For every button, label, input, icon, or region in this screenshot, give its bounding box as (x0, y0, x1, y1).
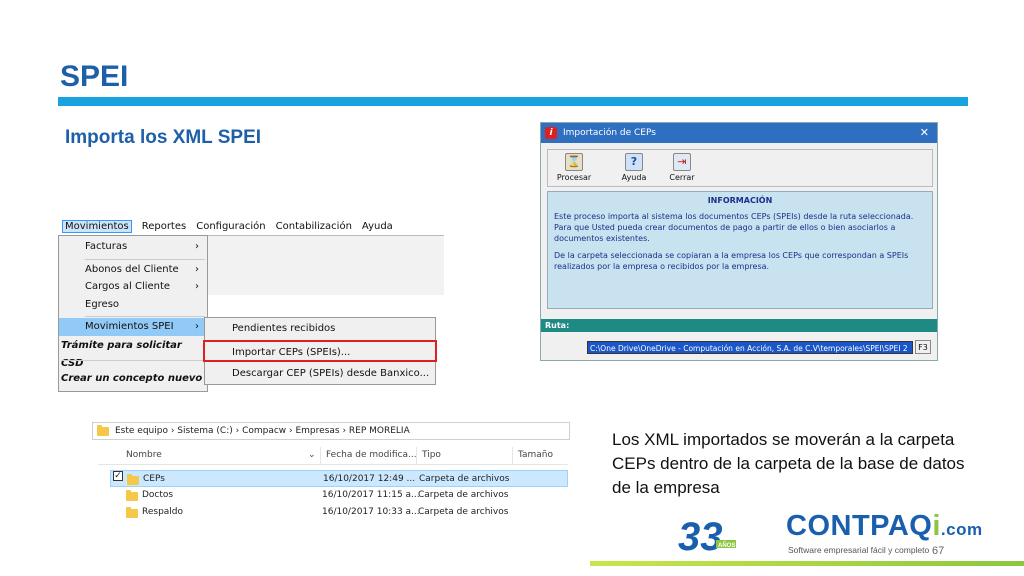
hourglass-icon: ⌛ (565, 153, 583, 171)
address-bar[interactable]: Este equipo › Sistema (C:) › Compacw › E… (92, 422, 570, 440)
file-date: 16/10/2017 12:49 ... (323, 474, 416, 484)
sort-chevron-icon: ⌄ (308, 450, 316, 460)
chevron-right-icon: › (195, 241, 199, 252)
info-heading: INFORMACIÓN (707, 196, 773, 205)
info-paragraph-2: De la carpeta seleccionada se copiaran a… (554, 251, 909, 271)
chevron-right-icon: › (195, 281, 199, 292)
file-date: 16/10/2017 10:33 a... (322, 507, 420, 517)
spei-submenu: Pendientes recibidos Importar CEPs (SPEI… (203, 317, 437, 385)
help-icon: ? (625, 153, 643, 171)
menu-reportes[interactable]: Reportes (142, 221, 187, 232)
file-type: Carpeta de archivos (418, 490, 509, 500)
file-type: Carpeta de archivos (418, 507, 509, 517)
ruta-input[interactable]: C:\One Drive\OneDrive - Computación en A… (587, 341, 913, 354)
brand-com: .com (940, 520, 983, 539)
app-background (206, 235, 444, 295)
footer-accent-bar (590, 561, 1024, 566)
anniversary-sub: AÑOS (718, 542, 735, 549)
dialog-toolbar: ⌛ Procesar ? Ayuda ⇥ Cerrar (547, 149, 933, 187)
table-row[interactable]: Respaldo 16/10/2017 10:33 a... Carpeta d… (110, 504, 568, 521)
brand-name: CONTPAQ (786, 510, 933, 542)
submenu-item-pendientes[interactable]: Pendientes recibidos (205, 318, 435, 340)
folder-icon (126, 507, 138, 522)
dialog-title: Importación de CEPs (563, 128, 656, 138)
checkbox-checked-icon[interactable]: ✓ (113, 471, 123, 481)
file-type: Carpeta de archivos (419, 474, 510, 484)
column-header-row: Nombre ⌄ Fecha de modifica... Tipo Tamañ… (98, 447, 568, 465)
column-header-date[interactable]: Fecha de modifica... (326, 450, 417, 460)
anniversary-number: 33 (678, 516, 723, 556)
submenu-item-descargar-cep[interactable]: Descargar CEP (SPEIs) desde Banxico... (205, 363, 435, 385)
menu-divider (85, 316, 205, 317)
breadcrumb: Este equipo › Sistema (C:) › Compacw › E… (115, 426, 410, 436)
menu-item-egreso[interactable]: Egreso (59, 296, 207, 314)
browse-f3-button[interactable]: F3 (915, 340, 931, 354)
column-header-name[interactable]: Nombre (126, 450, 162, 460)
column-header-type[interactable]: Tipo (422, 450, 441, 460)
menu-item-facturas[interactable]: Facturas › (59, 238, 207, 256)
menu-item-tramite-csd[interactable]: Trámite para solicitar CSD (61, 337, 207, 369)
column-divider[interactable] (320, 447, 321, 465)
menu-screenshot: Movimientos Reportes Configuración Conta… (58, 218, 444, 392)
menu-contabilizacion[interactable]: Contabilización (276, 221, 352, 232)
menu-item-crear-concepto[interactable]: Crear un concepto nuevo (61, 370, 207, 388)
chevron-right-icon: › (195, 321, 199, 332)
file-name: Respaldo (142, 507, 184, 517)
menu-configuracion[interactable]: Configuración (196, 221, 265, 232)
brand-i: i (932, 510, 941, 542)
menu-item-cargos[interactable]: Cargos al Cliente › (59, 278, 207, 296)
cerrar-button[interactable]: ⇥ Cerrar (660, 153, 704, 182)
menu-divider (61, 360, 207, 361)
menu-bar: Movimientos Reportes Configuración Conta… (58, 218, 444, 235)
page-number: 67 (932, 545, 945, 557)
app-info-icon: i (545, 127, 557, 139)
exit-door-icon: ⇥ (673, 153, 691, 171)
close-icon[interactable]: ✕ (920, 126, 929, 139)
importacion-ceps-dialog: i Importación de CEPs ✕ ⌛ Procesar ? Ayu… (540, 122, 938, 361)
chevron-right-icon: › (195, 264, 199, 275)
menu-item-movimientos-spei[interactable]: Movimientos SPEI › (59, 318, 207, 336)
slide-title: SPEI (60, 60, 129, 93)
column-divider[interactable] (512, 447, 513, 465)
file-name: Doctos (142, 490, 174, 500)
body-text: Los XML importados se moverán a la carpe… (612, 430, 965, 497)
info-panel: INFORMACIÓN Este proceso importa al sist… (547, 191, 933, 309)
folder-icon (97, 424, 109, 436)
dialog-titlebar: i Importación de CEPs ✕ (541, 123, 937, 143)
info-paragraph-1: Este proceso importa al sistema los docu… (554, 212, 914, 243)
file-name: CEPs (143, 474, 165, 484)
ayuda-button[interactable]: ? Ayuda (612, 153, 656, 182)
column-divider[interactable] (416, 447, 417, 465)
title-underline-bar (58, 97, 968, 106)
menu-movimientos[interactable]: Movimientos (62, 220, 132, 233)
menu-item-abonos[interactable]: Abonos del Cliente › (59, 261, 207, 279)
table-row[interactable]: ✓ CEPs 16/10/2017 12:49 ... Carpeta de a… (110, 470, 568, 487)
brand-tagline: Software empresarial fácil y completo (788, 545, 930, 555)
submenu-item-importar-ceps[interactable]: Importar CEPs (SPEIs)... (203, 340, 437, 362)
anniversary-33-logo: 33 AÑOS (678, 516, 736, 556)
table-row[interactable]: Doctos 16/10/2017 11:15 a... Carpeta de … (110, 487, 568, 504)
menu-ayuda[interactable]: Ayuda (362, 221, 393, 232)
procesar-button[interactable]: ⌛ Procesar (552, 153, 596, 182)
movimientos-dropdown: Facturas › Abonos del Cliente › Cargos al … (58, 235, 208, 392)
file-explorer-screenshot: Este equipo › Sistema (C:) › Compacw › E… (92, 414, 570, 522)
menu-divider (85, 259, 205, 260)
file-date: 16/10/2017 11:15 a... (322, 490, 420, 500)
column-header-size[interactable]: Tamaño (518, 450, 553, 460)
contpaqi-logo: CONTPAQi.com (786, 510, 983, 543)
slide-subtitle: Importa los XML SPEI (65, 127, 262, 148)
ruta-label: Ruta: (541, 319, 937, 332)
